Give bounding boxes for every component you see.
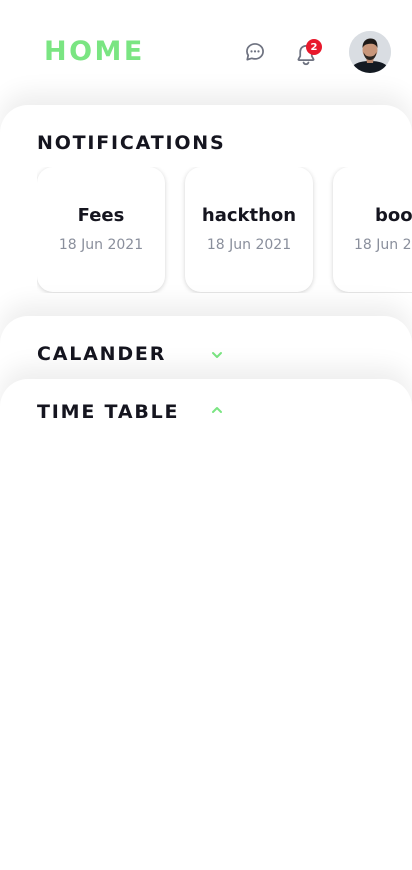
avatar[interactable] xyxy=(349,31,391,73)
notification-card[interactable]: hackthon 18 Jun 2021 xyxy=(185,167,313,292)
home-screen: HOME 2 NOTIFICATIONS Fees 18 Jun 2021 ha… xyxy=(0,0,412,870)
notification-count-badge: 2 xyxy=(306,39,322,55)
notification-date: 18 Jun 2021 xyxy=(58,237,144,253)
calander-title: CALANDER xyxy=(37,343,167,365)
notification-title: hackthon xyxy=(201,205,297,226)
app-header: HOME 2 xyxy=(0,0,412,105)
notification-title: Fees xyxy=(77,205,125,226)
chevron-down-icon[interactable] xyxy=(211,351,223,359)
notification-title: boo xyxy=(375,205,412,226)
notification-date: 18 Jun 2021 xyxy=(206,237,292,253)
time-table-title: TIME TABLE xyxy=(37,401,180,423)
notifications-title: NOTIFICATIONS xyxy=(37,132,226,154)
notification-date: 18 Jun 2 xyxy=(354,237,412,253)
page-title: HOME xyxy=(44,36,145,67)
chat-button[interactable] xyxy=(242,39,268,65)
time-table-section[interactable]: TIME TABLE xyxy=(0,379,412,870)
notification-card[interactable]: boo 18 Jun 2 xyxy=(333,167,412,292)
chevron-up-icon[interactable] xyxy=(211,406,223,414)
notification-card[interactable]: Fees 18 Jun 2021 xyxy=(37,167,165,292)
chat-bubble-icon xyxy=(246,43,264,61)
notifications-carousel[interactable]: Fees 18 Jun 2021 hackthon 18 Jun 2021 bo… xyxy=(37,167,412,293)
avatar-image xyxy=(349,31,391,73)
